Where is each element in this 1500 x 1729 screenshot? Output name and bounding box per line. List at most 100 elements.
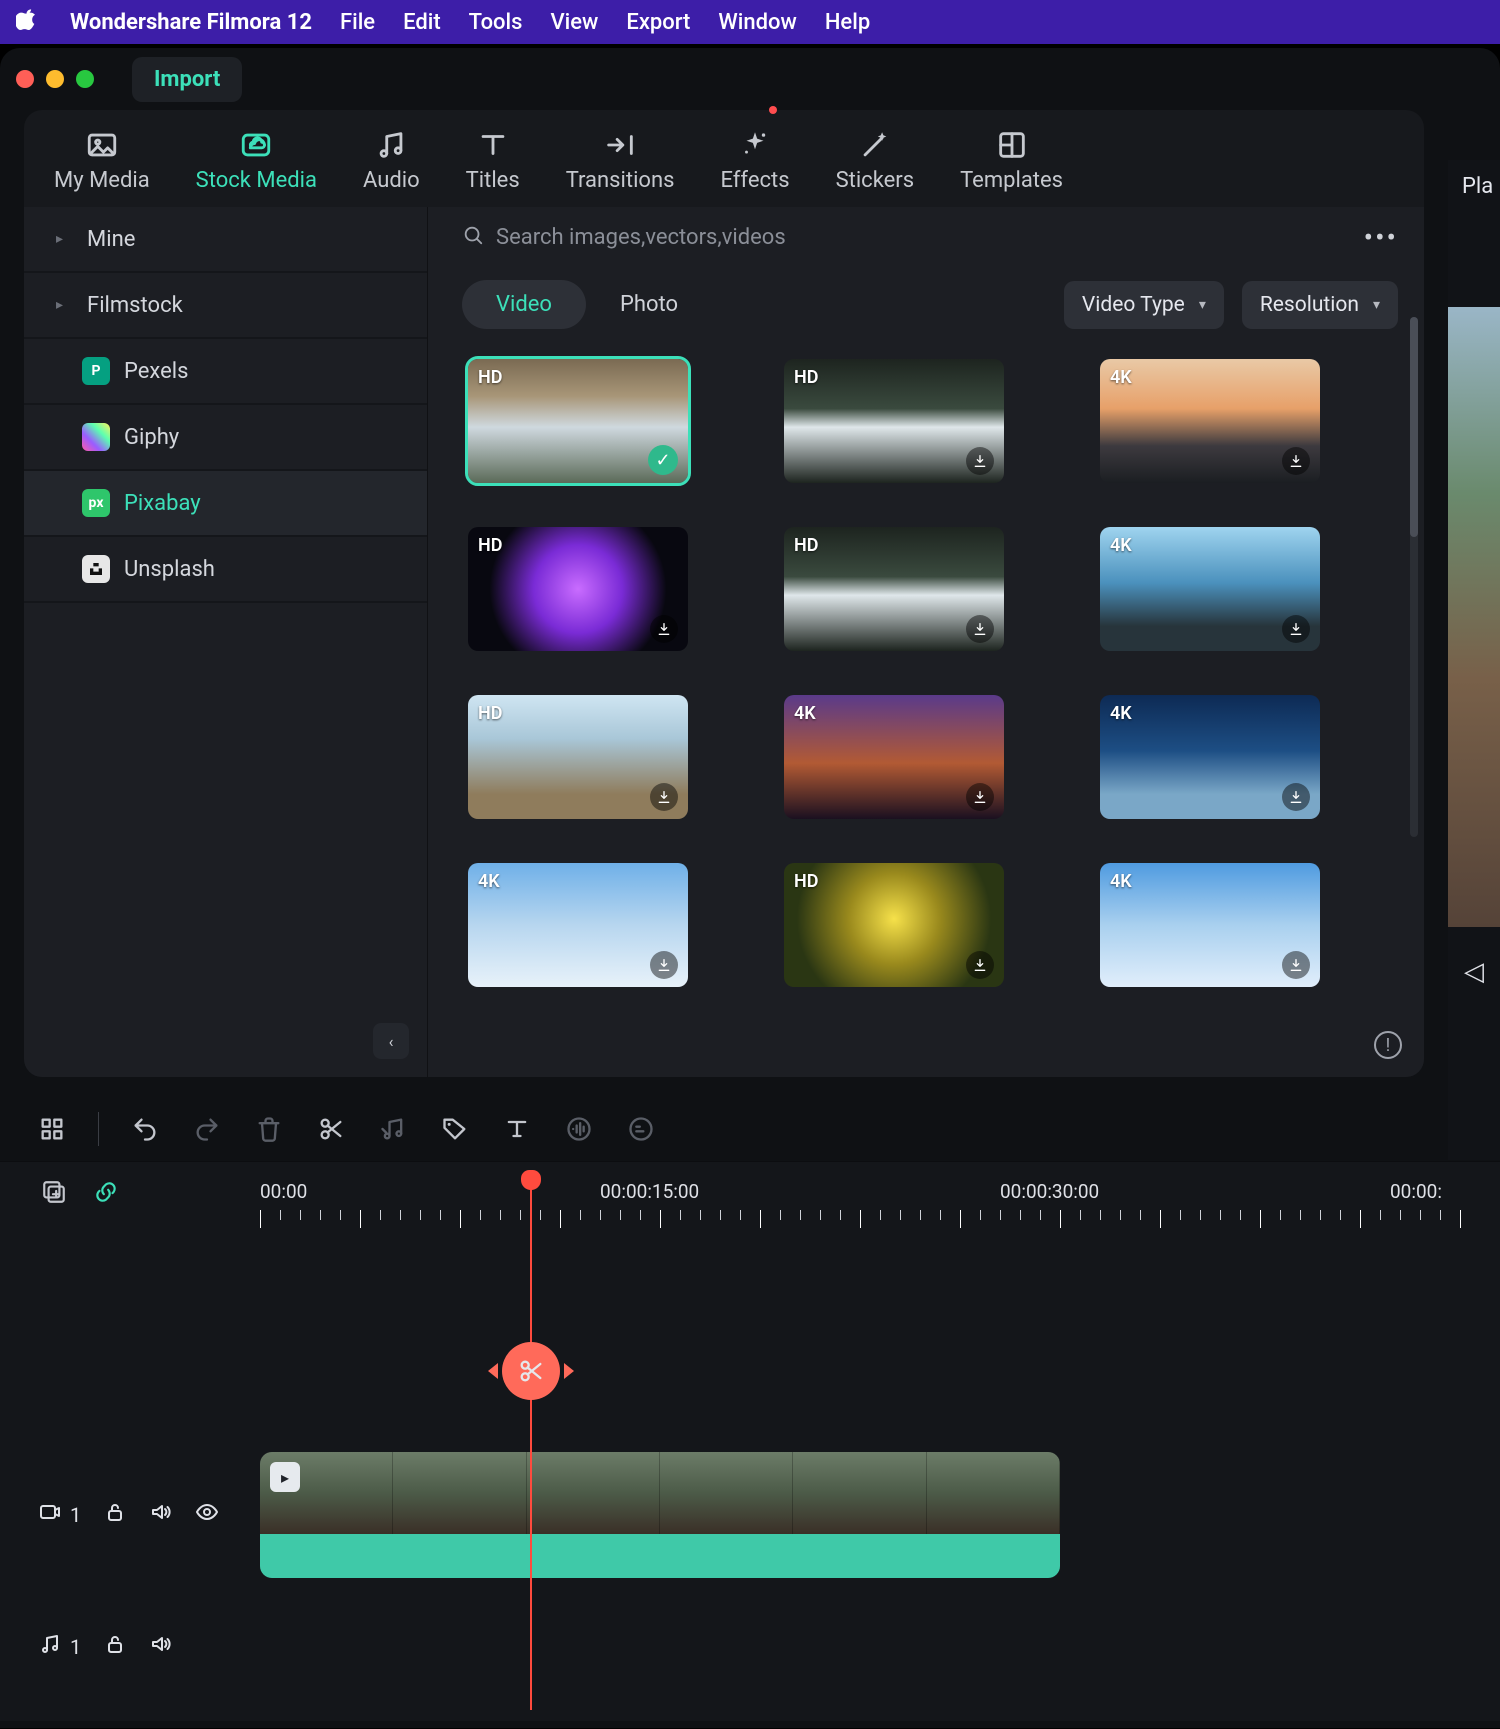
content-tab-photo[interactable]: Photo: [586, 280, 712, 329]
notification-dot-icon: [769, 106, 777, 114]
add-track-button[interactable]: [38, 1176, 70, 1208]
content-tab-video[interactable]: Video: [462, 280, 586, 329]
gallery-scrollbar[interactable]: [1410, 317, 1418, 837]
collapse-sidebar-button[interactable]: ‹: [373, 1023, 409, 1059]
delete-button[interactable]: [253, 1113, 285, 1145]
stock-thumbnail[interactable]: 4K: [1100, 863, 1320, 987]
audio-meter-button[interactable]: [563, 1113, 595, 1145]
beat-detection-button[interactable]: [377, 1113, 409, 1145]
source-sidebar: ▸ Mine ▸ Filmstock P Pexels Giphy: [24, 207, 428, 1077]
stock-thumbnail[interactable]: 4K: [1100, 695, 1320, 819]
menu-tools[interactable]: Tools: [469, 10, 523, 35]
tab-transitions[interactable]: Transitions: [566, 128, 675, 193]
tab-effects[interactable]: Effects: [720, 128, 789, 193]
timeline-clip[interactable]: ▸: [260, 1452, 1060, 1578]
track-visibility-button[interactable]: [195, 1500, 219, 1529]
sparkle-icon: [738, 128, 772, 162]
redo-button[interactable]: [191, 1113, 223, 1145]
download-button[interactable]: [1282, 615, 1310, 643]
apple-menu-icon[interactable]: [16, 8, 38, 36]
preview-label: Pla: [1448, 160, 1500, 199]
track-lock-button[interactable]: [103, 1500, 127, 1529]
menu-help[interactable]: Help: [825, 10, 870, 35]
menu-file[interactable]: File: [340, 10, 375, 35]
menu-edit[interactable]: Edit: [403, 10, 441, 35]
window-close-button[interactable]: [16, 70, 34, 88]
download-button[interactable]: [966, 447, 994, 475]
download-button[interactable]: [1282, 951, 1310, 979]
track-mute-button[interactable]: [149, 1632, 173, 1661]
tag-button[interactable]: [439, 1113, 471, 1145]
app-name[interactable]: Wondershare Filmora 12: [70, 10, 312, 35]
playhead[interactable]: [530, 1170, 532, 1710]
split-button[interactable]: [315, 1113, 347, 1145]
stock-thumbnail[interactable]: HD: [784, 863, 1004, 987]
window-titlebar: Import: [0, 48, 1500, 110]
video-type-dropdown[interactable]: Video Type ▾: [1064, 281, 1224, 329]
info-button[interactable]: !: [1374, 1031, 1402, 1059]
sidebar-item-mine[interactable]: ▸ Mine: [24, 207, 427, 273]
download-button[interactable]: [1282, 783, 1310, 811]
import-button[interactable]: Import: [132, 57, 242, 102]
play-icon: ▸: [270, 1462, 300, 1492]
sidebar-item-pixabay[interactable]: px Pixabay: [24, 471, 427, 537]
dropdown-label: Resolution: [1260, 293, 1359, 317]
app-window: Import My Media Stock Media: [0, 48, 1500, 1728]
resolution-badge: HD: [794, 871, 818, 892]
scrollbar-handle[interactable]: [1410, 317, 1418, 537]
download-button[interactable]: [650, 951, 678, 979]
download-button[interactable]: [966, 615, 994, 643]
timeline-ruler[interactable]: 00:00 00:00:15:00 00:00:30:00 00:00:: [260, 1180, 1500, 1230]
chevron-left-icon: ‹: [389, 1032, 394, 1051]
window-zoom-button[interactable]: [76, 70, 94, 88]
tab-stickers[interactable]: Stickers: [836, 128, 915, 193]
more-options-button[interactable]: •••: [1364, 221, 1398, 254]
tab-stock-media[interactable]: Stock Media: [196, 128, 317, 193]
window-minimize-button[interactable]: [46, 70, 64, 88]
cut-handle[interactable]: [502, 1342, 560, 1400]
stock-thumbnail[interactable]: 4K: [1100, 359, 1320, 483]
sidebar-item-unsplash[interactable]: Unsplash: [24, 537, 427, 603]
stock-thumbnail[interactable]: HD: [784, 527, 1004, 651]
audio-track-number: 1: [70, 1635, 81, 1659]
tab-titles[interactable]: Titles: [466, 128, 520, 193]
stock-thumbnail[interactable]: HD: [784, 359, 1004, 483]
download-button[interactable]: [966, 951, 994, 979]
resolution-badge: HD: [478, 535, 502, 556]
caption-button[interactable]: [625, 1113, 657, 1145]
undo-button[interactable]: [129, 1113, 161, 1145]
stock-thumbnail[interactable]: 4K: [1100, 527, 1320, 651]
menu-view[interactable]: View: [550, 10, 598, 35]
stock-thumbnail[interactable]: 4K: [468, 863, 688, 987]
text-tool-button[interactable]: [501, 1113, 533, 1145]
tab-my-media[interactable]: My Media: [54, 128, 150, 193]
preview-back-button[interactable]: ◁: [1448, 957, 1500, 987]
apps-grid-button[interactable]: [36, 1113, 68, 1145]
download-button[interactable]: [966, 783, 994, 811]
stock-thumbnail[interactable]: HD: [468, 527, 688, 651]
stock-thumbnail[interactable]: HD: [468, 695, 688, 819]
link-toggle-button[interactable]: [90, 1176, 122, 1208]
tab-label: Stickers: [836, 168, 915, 193]
track-mute-button[interactable]: [149, 1500, 173, 1529]
tab-label: Transitions: [566, 168, 675, 193]
sidebar-item-label: Unsplash: [124, 557, 215, 582]
search-input[interactable]: [496, 225, 1352, 250]
download-button[interactable]: [650, 783, 678, 811]
download-button[interactable]: [650, 615, 678, 643]
stock-thumbnail[interactable]: 4K: [784, 695, 1004, 819]
sidebar-item-filmstock[interactable]: ▸ Filmstock: [24, 273, 427, 339]
stock-thumbnail[interactable]: HD✓: [468, 359, 688, 483]
resolution-dropdown[interactable]: Resolution ▾: [1242, 281, 1398, 329]
tab-templates[interactable]: Templates: [960, 128, 1063, 193]
giphy-icon: [82, 423, 110, 451]
sidebar-item-giphy[interactable]: Giphy: [24, 405, 427, 471]
tab-audio[interactable]: Audio: [363, 128, 420, 193]
menu-export[interactable]: Export: [626, 10, 690, 35]
pexels-icon: P: [82, 357, 110, 385]
track-lock-button[interactable]: [103, 1632, 127, 1661]
sidebar-item-pexels[interactable]: P Pexels: [24, 339, 427, 405]
menu-window[interactable]: Window: [718, 10, 796, 35]
download-button[interactable]: [1282, 447, 1310, 475]
unsplash-icon: [82, 555, 110, 583]
